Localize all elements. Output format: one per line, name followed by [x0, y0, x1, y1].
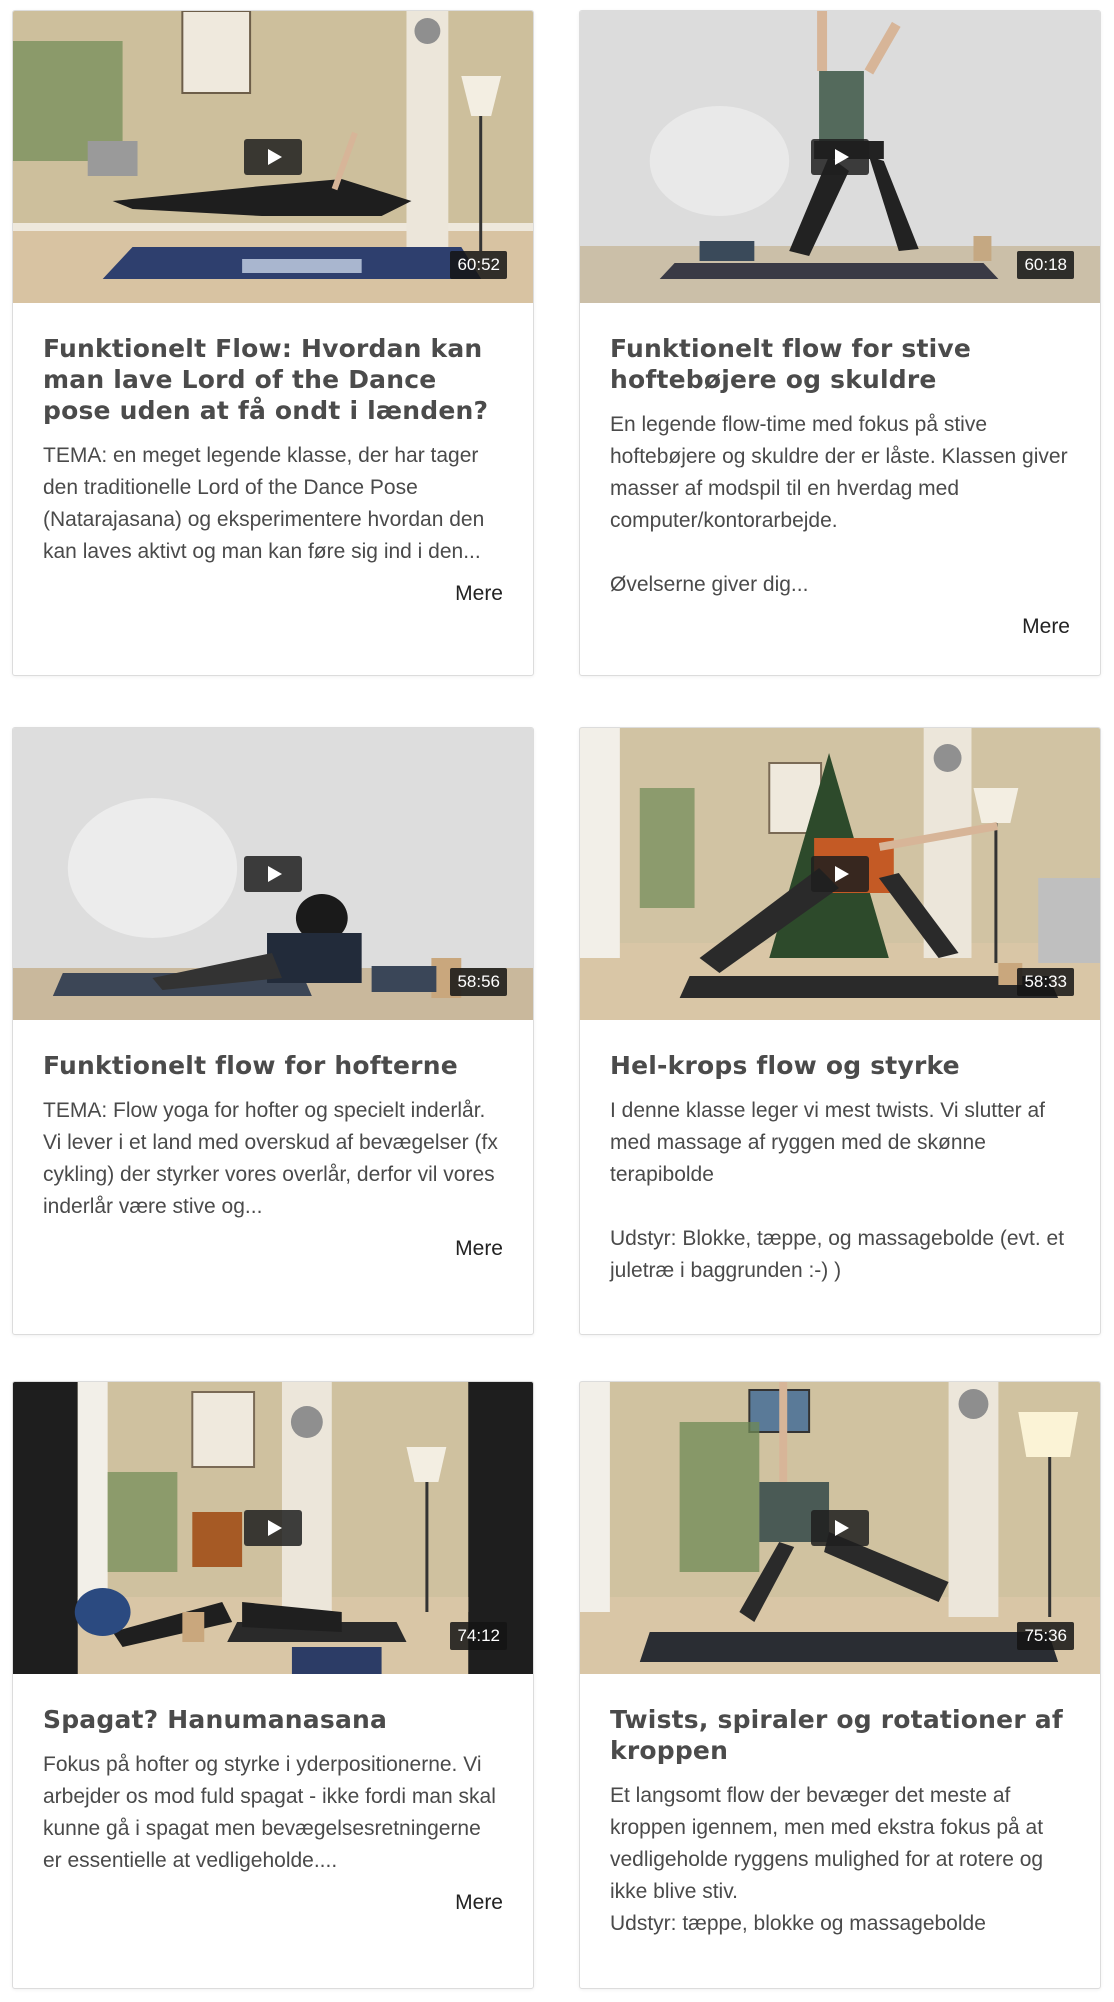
- video-duration: 60:52: [450, 251, 507, 279]
- video-thumbnail[interactable]: 60:52: [13, 11, 533, 303]
- video-title[interactable]: Funktionelt flow for hofterne: [43, 1050, 503, 1081]
- video-title[interactable]: Hel-krops flow og styrke: [610, 1050, 1070, 1081]
- video-duration: 58:56: [450, 968, 507, 996]
- video-card[interactable]: 60:18 Funktionelt flow for stive hoftebø…: [579, 10, 1101, 676]
- video-thumbnail[interactable]: 58:56: [13, 728, 533, 1020]
- video-title[interactable]: Twists, spiraler og rotationer af kroppe…: [610, 1704, 1070, 1766]
- video-card[interactable]: 58:56 Funktionelt flow for hofterne TEMA…: [12, 727, 534, 1335]
- video-card[interactable]: 58:33 Hel-krops flow og styrke I denne k…: [579, 727, 1101, 1335]
- more-link[interactable]: Mere: [610, 615, 1070, 639]
- more-link[interactable]: Mere: [43, 1891, 503, 1915]
- play-button[interactable]: [244, 1510, 302, 1546]
- video-card[interactable]: 74:12 Spagat? Hanumanasana Fokus på hoft…: [12, 1381, 534, 1989]
- video-duration: 74:12: [450, 1622, 507, 1650]
- video-duration: 58:33: [1017, 968, 1074, 996]
- video-thumbnail[interactable]: 75:36: [580, 1382, 1100, 1674]
- play-button[interactable]: [811, 139, 869, 175]
- play-button[interactable]: [244, 139, 302, 175]
- play-button[interactable]: [244, 856, 302, 892]
- video-description: En legende flow-time med fokus på stive …: [610, 413, 1068, 596]
- video-description: Et langsomt flow der bevæger det meste a…: [610, 1784, 1044, 1935]
- play-button[interactable]: [811, 856, 869, 892]
- more-link[interactable]: Mere: [43, 1237, 503, 1261]
- video-description: TEMA: Flow yoga for hofter og specielt i…: [43, 1099, 498, 1218]
- more-link[interactable]: Mere: [43, 582, 503, 606]
- video-thumbnail[interactable]: 58:33: [580, 728, 1100, 1020]
- video-card[interactable]: 75:36 Twists, spiraler og rotationer af …: [579, 1381, 1101, 1989]
- video-title[interactable]: Funktionelt flow for stive hoftebøjere o…: [610, 333, 1070, 395]
- video-title[interactable]: Spagat? Hanumanasana: [43, 1704, 503, 1735]
- video-card[interactable]: 60:52 Funktionelt Flow: Hvordan kan man …: [12, 10, 534, 676]
- video-thumbnail[interactable]: 74:12: [13, 1382, 533, 1674]
- video-description: TEMA: en meget legende klasse, der har t…: [43, 444, 485, 563]
- video-thumbnail[interactable]: 60:18: [580, 11, 1100, 303]
- video-duration: 60:18: [1017, 251, 1074, 279]
- video-description: I denne klasse leger vi mest twists. Vi …: [610, 1099, 1065, 1282]
- play-button[interactable]: [811, 1510, 869, 1546]
- video-duration: 75:36: [1017, 1622, 1074, 1650]
- video-title[interactable]: Funktionelt Flow: Hvordan kan man lave L…: [43, 333, 503, 426]
- video-grid: 60:52 Funktionelt Flow: Hvordan kan man …: [0, 0, 1114, 2002]
- video-description: Fokus på hofter og styrke i yderposition…: [43, 1753, 496, 1872]
